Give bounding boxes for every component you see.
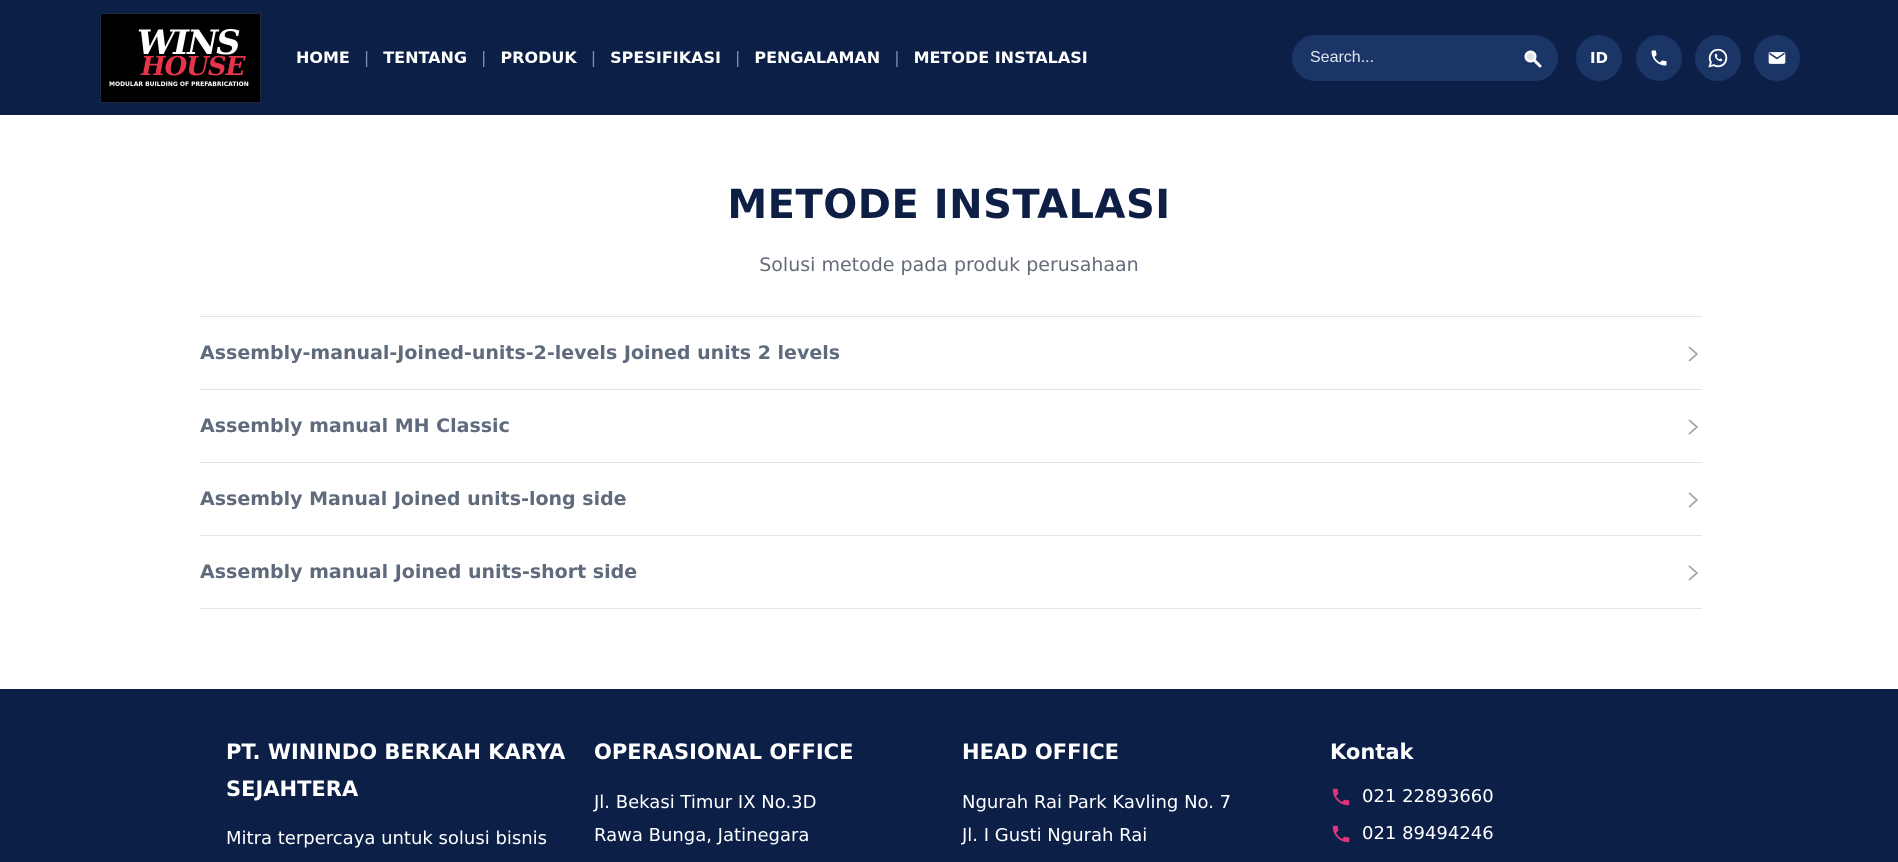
nav-separator: | xyxy=(590,48,597,67)
footer-operational-office: OPERASIONAL OFFICE Jl. Bekasi Timur IX N… xyxy=(594,734,934,852)
chevron-right-icon xyxy=(1688,492,1699,508)
search-input[interactable] xyxy=(1310,46,1510,70)
search-box xyxy=(1292,35,1558,81)
contact-phone[interactable]: 021 89494246 xyxy=(1330,815,1630,852)
logo-tagline: MODULAR BUILDING OF PREFABRICATION xyxy=(109,81,249,88)
page-title: METODE INSTALASI xyxy=(727,182,1171,228)
chevron-right-icon xyxy=(1688,346,1699,362)
phone-button[interactable] xyxy=(1636,35,1682,81)
nav-separator: | xyxy=(363,48,370,67)
whatsapp-button[interactable] xyxy=(1695,35,1741,81)
site-header: WINS HOUSE MODULAR BUILDING OF PREFABRIC… xyxy=(0,0,1898,115)
page-subtitle: Solusi metode pada produk perusahaan xyxy=(759,254,1139,276)
brand-logo[interactable]: WINS HOUSE MODULAR BUILDING OF PREFABRIC… xyxy=(100,13,261,103)
phone-icon xyxy=(1332,788,1350,805)
nav-separator: | xyxy=(481,48,487,67)
accordion-item-label: Assembly-manual-Joined-units-2-levels Jo… xyxy=(200,342,841,364)
search-icon[interactable] xyxy=(1522,48,1542,68)
accordion-item[interactable]: Assembly manual MH Classic xyxy=(200,390,1702,463)
nav-separator: | xyxy=(734,48,741,67)
head-office-heading: HEAD OFFICE xyxy=(962,740,1120,764)
contact-heading: Kontak xyxy=(1330,740,1414,764)
site-footer: PT. WININDO BERKAH KARYA SEJAHTERA Mitra… xyxy=(0,689,1898,862)
accordion-item[interactable]: Assembly Manual Joined units-long side xyxy=(200,463,1702,536)
footer-head-office: HEAD OFFICE Ngurah Rai Park Kavling No. … xyxy=(962,734,1302,852)
installation-method-list: Assembly-manual-Joined-units-2-levels Jo… xyxy=(200,316,1702,609)
head-office-address-line: Ngurah Rai Park Kavling No. 7 xyxy=(962,792,1232,813)
logo-wordmark-bottom: HOUSE xyxy=(141,52,245,82)
accordion-item[interactable]: Assembly manual Joined units-short side xyxy=(200,536,1702,609)
mail-icon xyxy=(1768,52,1786,64)
phone-number: 021 89494246 xyxy=(1362,823,1494,844)
contact-phone[interactable]: 021 22893660 xyxy=(1330,778,1630,815)
chevron-right-icon xyxy=(1688,565,1699,581)
nav-metode-instalasi[interactable]: METODE INSTALASI xyxy=(914,48,1088,67)
nav-separator: | xyxy=(894,48,900,67)
nav-home[interactable]: HOME xyxy=(296,48,350,67)
phone-number: 021 22893660 xyxy=(1362,786,1494,807)
main-nav: HOME | TENTANG | PRODUK | SPESIFIKASI | … xyxy=(296,48,1088,67)
language-button[interactable]: ID xyxy=(1576,35,1622,81)
company-tagline: Mitra terpercaya untuk solusi bisnis xyxy=(226,828,548,849)
phone-icon xyxy=(1651,50,1667,66)
head-office-address-line: Jl. I Gusti Ngurah Rai xyxy=(962,825,1148,846)
nav-produk[interactable]: PRODUK xyxy=(500,48,576,67)
accordion-item-label: Assembly Manual Joined units-long side xyxy=(200,488,627,510)
phone-icon xyxy=(1332,825,1350,842)
nav-tentang[interactable]: TENTANG xyxy=(383,48,467,67)
accordion-item[interactable]: Assembly-manual-Joined-units-2-levels Jo… xyxy=(200,317,1702,390)
nav-pengalaman[interactable]: PENGALAMAN xyxy=(754,48,880,67)
accordion-item-label: Assembly manual Joined units-short side xyxy=(200,561,638,583)
nav-spesifikasi[interactable]: SPESIFIKASI xyxy=(610,48,721,67)
whatsapp-icon xyxy=(1708,48,1728,68)
chevron-right-icon xyxy=(1688,419,1699,435)
operational-office-address-line: Jl. Bekasi Timur IX No.3D xyxy=(594,792,817,813)
accordion-item-label: Assembly manual MH Classic xyxy=(200,415,510,437)
operational-office-heading: OPERASIONAL OFFICE xyxy=(594,740,854,764)
footer-company: PT. WININDO BERKAH KARYA SEJAHTERA Mitra… xyxy=(226,734,576,855)
operational-office-address-line: Rawa Bunga, Jatinegara xyxy=(594,825,810,846)
company-name: PT. WININDO BERKAH KARYA SEJAHTERA xyxy=(226,740,566,801)
email-button[interactable] xyxy=(1754,35,1800,81)
footer-contact: Kontak 021 22893660 021 89494246 xyxy=(1330,734,1630,852)
